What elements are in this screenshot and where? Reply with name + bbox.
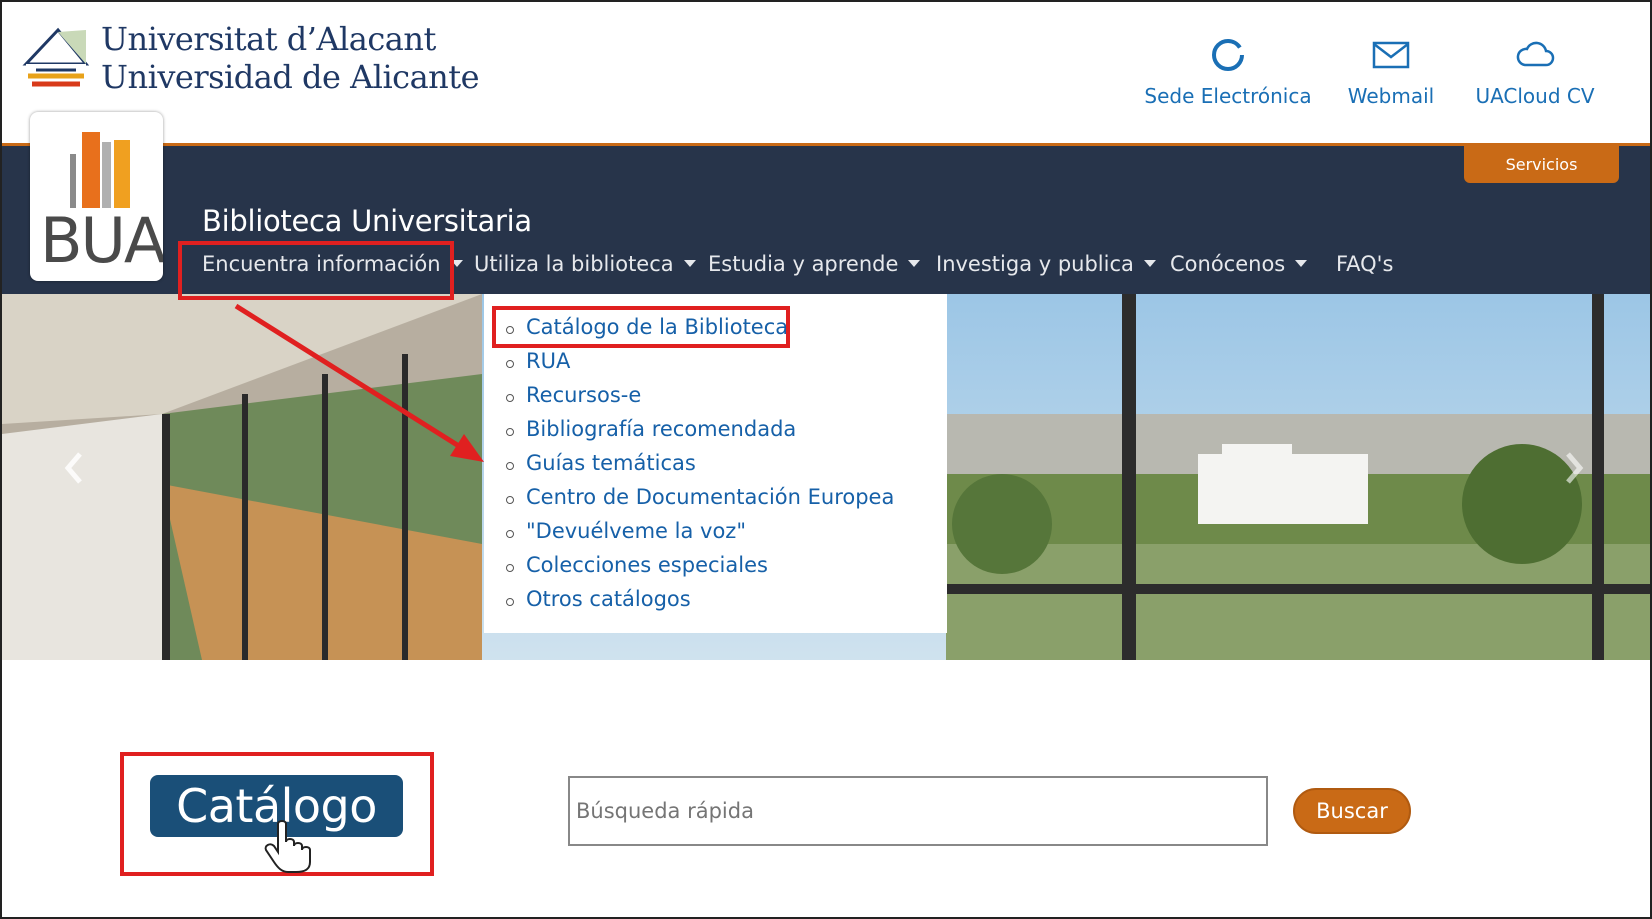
quick-search-input[interactable] — [568, 776, 1268, 846]
buscar-button[interactable]: Buscar — [1293, 788, 1411, 834]
hand-pointer-icon — [264, 820, 311, 873]
